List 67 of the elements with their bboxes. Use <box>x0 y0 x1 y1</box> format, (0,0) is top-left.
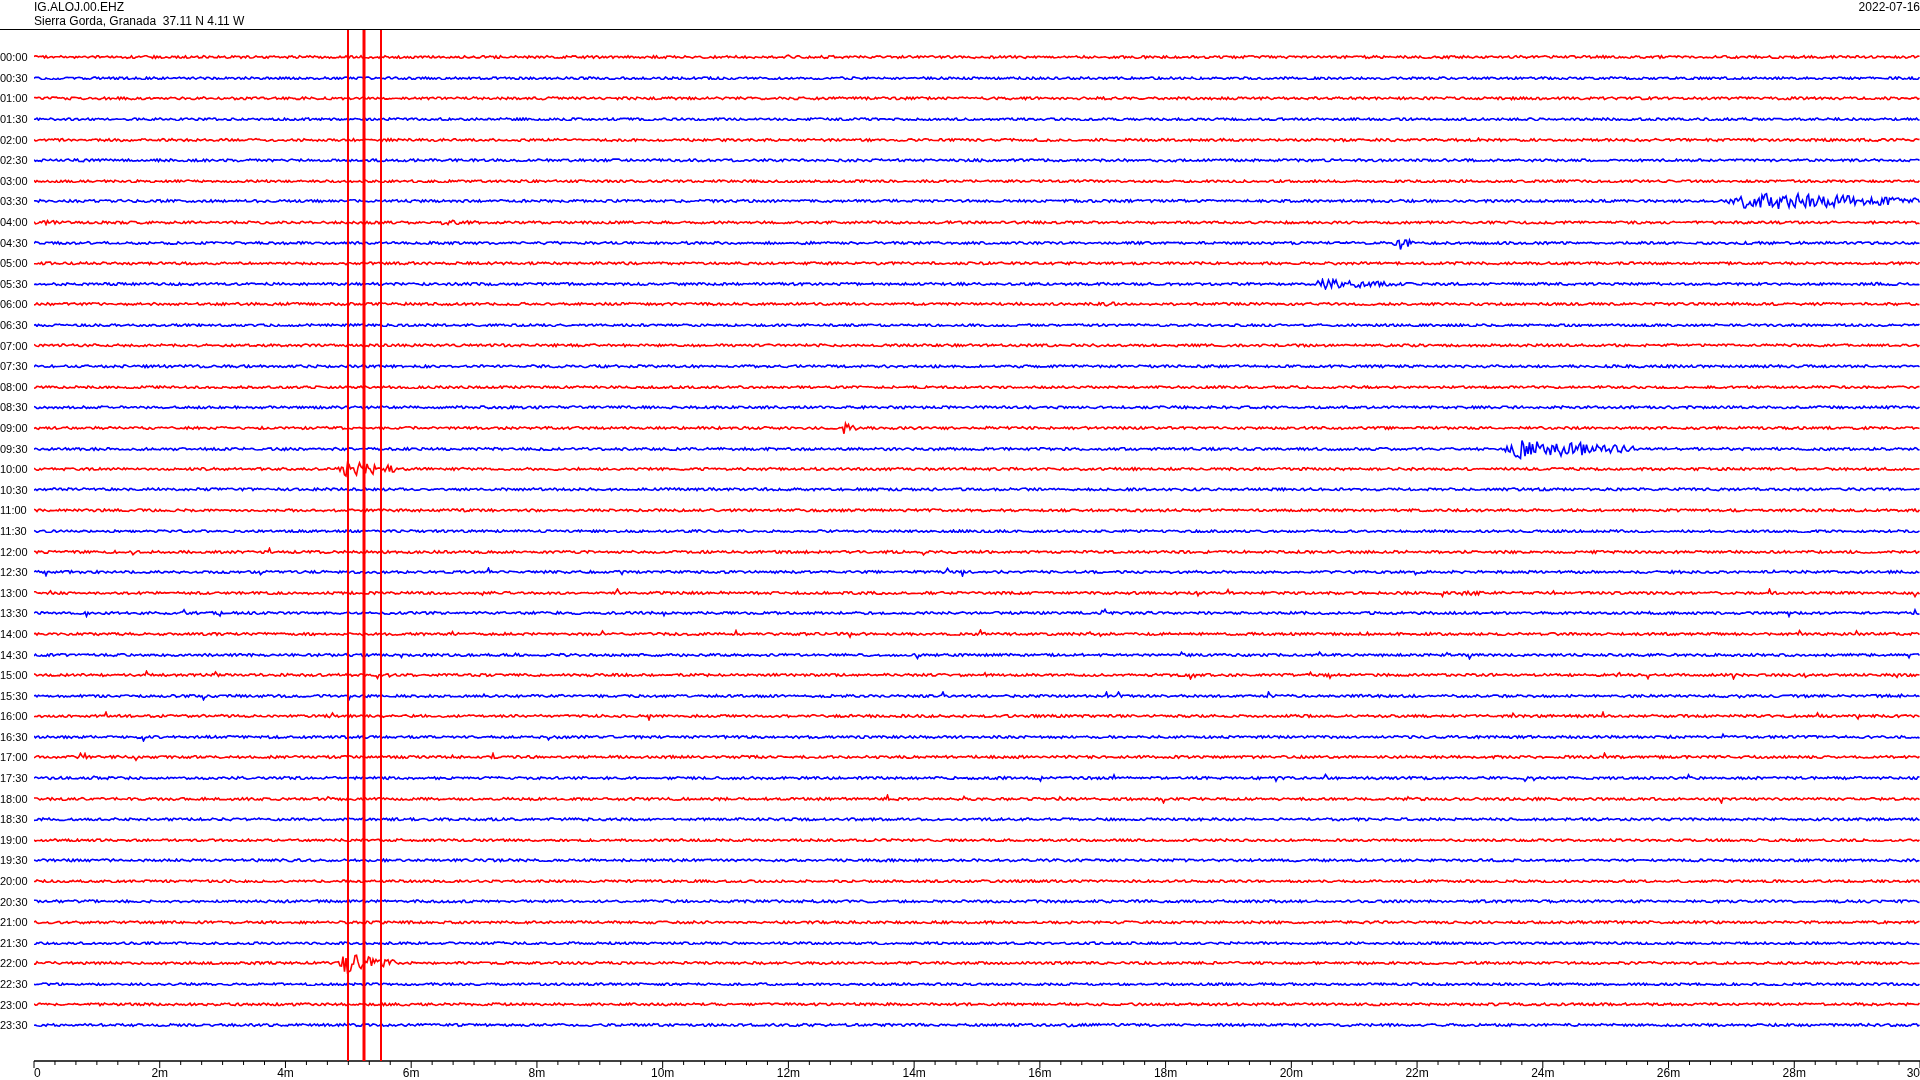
tick-label: 6m <box>402 1066 420 1080</box>
time-label: 07:30 <box>0 360 29 373</box>
time-label: 06:30 <box>0 319 29 331</box>
time-label: 12:00 <box>0 545 29 558</box>
time-label: 02:00 <box>0 133 29 146</box>
time-label: 19:30 <box>0 854 29 867</box>
time-label: 20:00 <box>0 875 29 888</box>
time-label: 13:30 <box>0 607 29 620</box>
time-label: 09:30 <box>0 442 29 455</box>
time-label: 22:30 <box>0 978 29 990</box>
station-code: IG.ALOJ.00.EHZ <box>34 0 126 14</box>
time-label: 04:30 <box>0 236 29 249</box>
tick-label: 20m <box>1279 1066 1303 1080</box>
time-label: 19:00 <box>0 833 29 846</box>
time-label: 15:00 <box>0 669 29 682</box>
time-label: 11:30 <box>0 524 28 537</box>
time-label: 05:30 <box>0 277 29 290</box>
time-label: 16:00 <box>0 710 29 723</box>
time-label: 06:00 <box>0 298 29 311</box>
tick-label: 18m <box>1153 1066 1178 1080</box>
time-label: 08:00 <box>0 380 29 393</box>
time-label: 12:30 <box>0 566 29 579</box>
time-label: 21:00 <box>0 916 29 929</box>
time-label: 08:30 <box>0 401 29 414</box>
time-label: 14:00 <box>0 627 29 640</box>
time-label: 00:00 <box>0 51 29 64</box>
time-label: 05:00 <box>0 257 29 270</box>
time-label: 23:00 <box>0 998 29 1011</box>
time-label: 07:00 <box>0 339 29 352</box>
tick-label: 14m <box>902 1066 926 1080</box>
time-label: 21:30 <box>0 936 29 949</box>
time-label: 17:30 <box>0 772 29 785</box>
time-label: 23:30 <box>0 1019 29 1032</box>
time-label: 11:00 <box>0 504 28 517</box>
time-label: 01:30 <box>0 113 29 126</box>
station-location: Sierra Gorda, Granada 37.11 N 4.11 W <box>34 14 245 28</box>
time-label: 14:30 <box>0 648 29 661</box>
date-label: 2022-07-16 <box>1858 0 1920 16</box>
tick-label: 26m <box>1656 1066 1681 1080</box>
tick-label: 22m <box>1405 1066 1429 1080</box>
tick-label: 2m <box>151 1066 169 1080</box>
tick-label: 10m <box>651 1066 675 1080</box>
time-label: 01:00 <box>0 92 29 105</box>
tick-label: 30 <box>1906 1066 1920 1080</box>
time-label: 15:30 <box>0 689 29 702</box>
time-label: 17:00 <box>0 751 29 764</box>
time-label: 10:30 <box>0 483 29 496</box>
tick-label: 12m <box>776 1066 801 1080</box>
time-label: 22:00 <box>0 957 29 970</box>
time-label: 13:00 <box>0 586 29 599</box>
time-label: 16:30 <box>0 730 29 743</box>
tick-label: 8m <box>528 1066 546 1080</box>
time-label: 20:30 <box>0 895 29 908</box>
time-label: 18:30 <box>0 813 29 826</box>
time-label: 09:00 <box>0 422 29 434</box>
time-label: 04:00 <box>0 216 29 229</box>
tick-label: 24m <box>1531 1066 1555 1080</box>
time-label: 03:00 <box>0 174 29 187</box>
time-label: 03:30 <box>0 195 29 208</box>
tick-label: 0 <box>34 1066 41 1080</box>
time-label: 10:00 <box>0 463 29 476</box>
tick-label: 28m <box>1782 1066 1806 1080</box>
tick-label: 16m <box>1028 1066 1052 1080</box>
time-label: 02:30 <box>0 154 29 167</box>
tick-label: 4m <box>277 1066 294 1080</box>
time-label: 18:00 <box>0 792 29 805</box>
time-label: 00:30 <box>0 71 29 84</box>
